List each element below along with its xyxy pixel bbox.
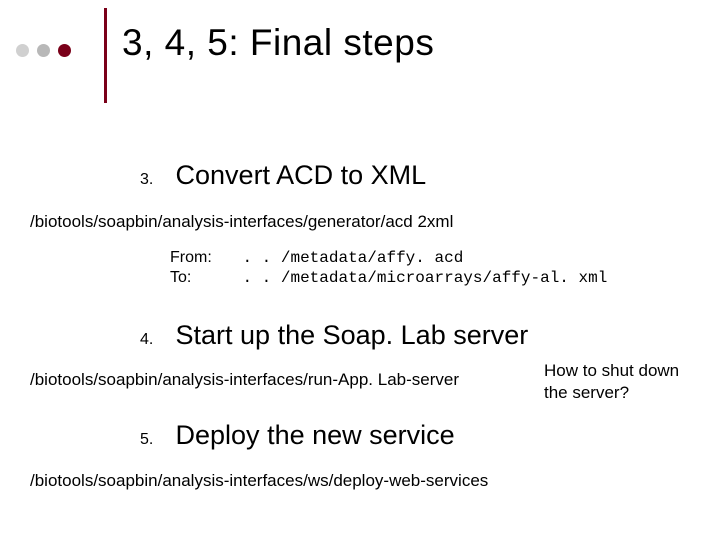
step-3: 3. Convert ACD to XML bbox=[140, 160, 426, 191]
bullet-dot-icon bbox=[58, 44, 71, 57]
slide-title: 3, 4, 5: Final steps bbox=[122, 22, 434, 64]
step-4: 4. Start up the Soap. Lab server bbox=[140, 320, 528, 351]
step-number: 5. bbox=[140, 431, 168, 449]
step-5: 5. Deploy the new service bbox=[140, 420, 455, 451]
to-value: . . /metadata/microarrays/affy-al. xml bbox=[242, 269, 607, 287]
from-to-block: From: . . /metadata/affy. acd To: . . /m… bbox=[170, 248, 607, 288]
to-label: To: bbox=[170, 268, 238, 288]
command-path-acd2xml: /biotools/soapbin/analysis-interfaces/ge… bbox=[30, 212, 453, 232]
side-note: How to shut down the server? bbox=[544, 360, 704, 404]
command-path-deploy: /biotools/soapbin/analysis-interfaces/ws… bbox=[30, 471, 488, 491]
to-line: To: . . /metadata/microarrays/affy-al. x… bbox=[170, 268, 607, 288]
bullet-dot-icon bbox=[37, 44, 50, 57]
step-text: Convert ACD to XML bbox=[176, 160, 427, 191]
slide: 3, 4, 5: Final steps 3. Convert ACD to X… bbox=[0, 0, 720, 540]
command-path-run-server: /biotools/soapbin/analysis-interfaces/ru… bbox=[30, 370, 459, 390]
step-number: 4. bbox=[140, 331, 168, 349]
from-label: From: bbox=[170, 248, 238, 268]
step-number: 3. bbox=[140, 171, 168, 189]
bullet-dot-icon bbox=[16, 44, 29, 57]
step-text: Start up the Soap. Lab server bbox=[176, 320, 529, 351]
title-bullets bbox=[16, 44, 71, 57]
step-text: Deploy the new service bbox=[176, 420, 455, 451]
from-value: . . /metadata/affy. acd bbox=[242, 249, 463, 267]
title-divider bbox=[104, 8, 107, 103]
from-line: From: . . /metadata/affy. acd bbox=[170, 248, 607, 268]
